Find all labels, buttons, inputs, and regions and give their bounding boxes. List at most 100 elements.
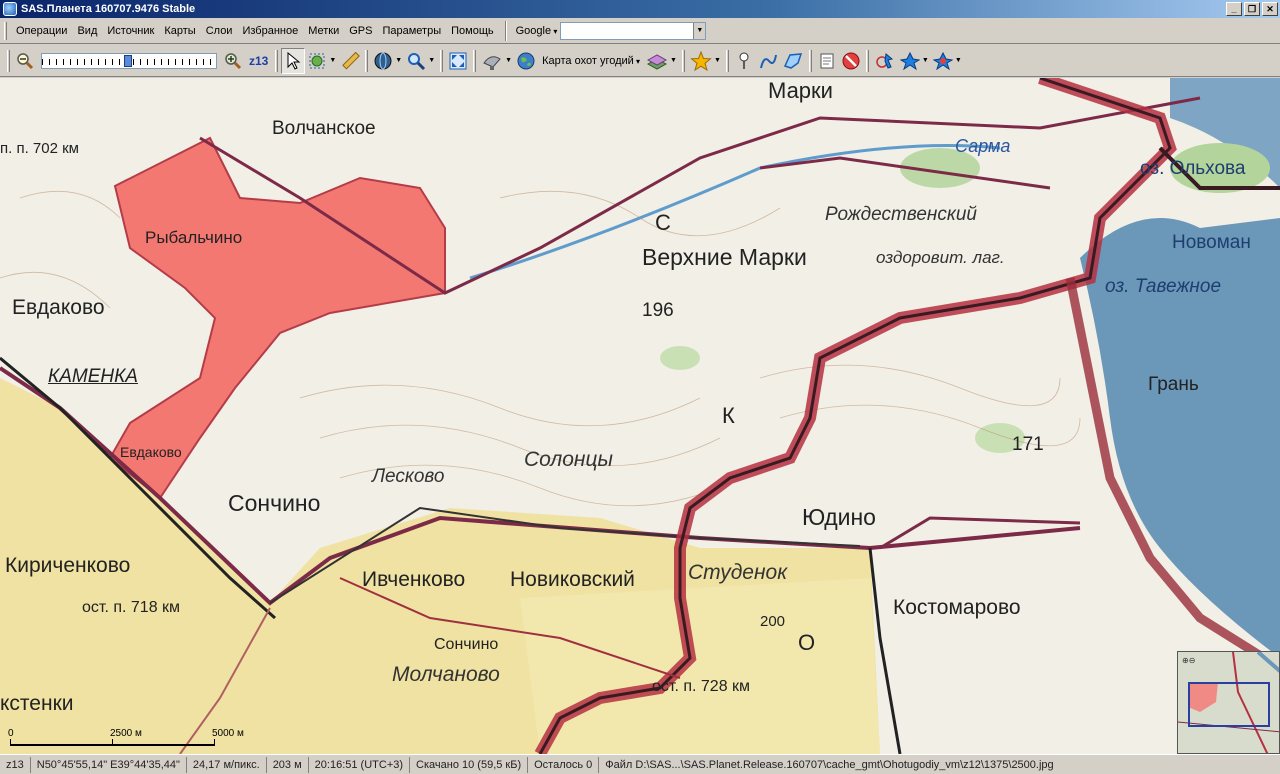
chevron-down-icon[interactable]: ▼ <box>670 57 677 64</box>
star-icon <box>690 50 712 71</box>
add-polygon-button[interactable] <box>780 48 806 74</box>
select-area-button[interactable]: ▼ <box>305 48 338 74</box>
gps-connect-button[interactable]: ▼ <box>898 48 931 74</box>
menu-help[interactable]: Помощь <box>446 23 499 39</box>
map-label-ost718: ост. п. 718 км <box>82 599 181 616</box>
ruler-button[interactable] <box>338 48 362 74</box>
status-file-path: Файл D:\SAS...\SAS.Planet.Release.160707… <box>605 758 1054 771</box>
zoom-slider-thumb[interactable] <box>124 54 132 67</box>
map-label-verkhnie-marki: Верхние Марки <box>642 244 807 270</box>
marks-manager-button[interactable] <box>815 48 839 74</box>
gps-center-button[interactable]: ▼ <box>931 48 964 74</box>
toolbar-separator <box>275 49 279 72</box>
menu-favorites[interactable]: Избранное <box>237 23 303 39</box>
layers-icon <box>647 53 668 70</box>
globe-icon <box>374 52 392 69</box>
search-button[interactable]: ▼ <box>404 48 437 74</box>
add-path-button[interactable] <box>756 48 780 74</box>
map-label-kirichenkovo: Кириченково <box>5 554 131 577</box>
map-label-volchanskoe: Волчанское <box>272 118 376 139</box>
status-distance: 203 м <box>267 756 309 773</box>
gps-track-button[interactable] <box>872 48 898 74</box>
title-bar: SAS.Планета 160707.9476 Stable _ ❐ ✕ <box>0 0 1280 18</box>
fullscreen-icon <box>449 52 467 69</box>
search-input[interactable]: ▼ <box>560 21 707 40</box>
menu-bar: Операции Вид Источник Карты Слои Избранн… <box>0 18 1280 44</box>
scale-label-end: 5000 м <box>212 728 244 739</box>
zoom-out-icon <box>17 52 34 69</box>
map-label-sarma: Сарма <box>955 136 1011 156</box>
scale-label-zero: 0 <box>8 728 14 739</box>
toolbar-grip[interactable] <box>7 49 10 72</box>
chevron-down-icon[interactable]: ▼ <box>922 57 929 64</box>
zoom-in-button[interactable] <box>221 48 245 74</box>
layers-button[interactable]: ▼ <box>644 48 679 74</box>
menu-view[interactable]: Вид <box>72 23 102 39</box>
map-label-sonchino: Сончино <box>228 490 321 516</box>
map-label-evdakovo-small: Евдаково <box>120 444 182 460</box>
map-label-yudino: Юдино <box>802 504 876 530</box>
menu-gps[interactable]: GPS <box>344 23 377 39</box>
globe-button[interactable]: ▼ <box>371 48 404 74</box>
map-label-letter-k: К <box>722 403 735 428</box>
app-globe-icon <box>3 2 17 16</box>
zoom-slider[interactable] <box>41 52 217 69</box>
map-label-studenok: Студенок <box>688 561 788 584</box>
menu-operations[interactable]: Операции <box>11 23 72 39</box>
status-remaining: Осталось 0 <box>528 756 600 773</box>
pin-icon <box>739 52 749 69</box>
gps-satellite-icon <box>899 51 920 70</box>
map-label-molchanovo: Молчаново <box>392 663 500 686</box>
toolbar-separator <box>865 49 869 72</box>
chevron-down-icon[interactable]: ▼ <box>693 22 706 39</box>
search-engine-dropdown[interactable]: Google <box>513 25 561 37</box>
chevron-down-icon[interactable]: ▼ <box>714 57 721 64</box>
hide-marks-button[interactable] <box>839 48 863 74</box>
menu-source[interactable]: Источник <box>102 23 159 39</box>
map-label-novoman: Новоман <box>1172 232 1251 253</box>
close-button[interactable]: ✕ <box>1262 2 1278 16</box>
map-label-rybalchino: Рыбальчино <box>145 228 243 247</box>
map-view[interactable]: Марки Волчанское п. п. 702 км Рыбальчино… <box>0 78 1280 754</box>
chevron-down-icon[interactable]: ▼ <box>329 57 336 64</box>
status-coordinates: N50°45'55,14" E39°44'35,44" <box>31 756 187 773</box>
main-toolbar: z13 ▼ ▼ ▼ ▼ Карта охот угодий ▼ ▼ <box>0 45 1280 77</box>
mini-map-zoom-icon[interactable]: ⊕⊖ <box>1182 656 1195 665</box>
favorites-button[interactable]: ▼ <box>688 48 723 74</box>
satellite-button[interactable]: ▼ <box>479 48 514 74</box>
chevron-down-icon[interactable]: ▼ <box>428 57 435 64</box>
chevron-down-icon[interactable]: ▼ <box>955 57 962 64</box>
pointer-tool-button[interactable] <box>281 47 306 74</box>
add-placemark-button[interactable] <box>732 48 756 74</box>
map-type-dropdown[interactable]: Карта охот угодий <box>538 55 644 67</box>
polygon-icon <box>783 52 802 69</box>
map-label-solontsy: Солонцы <box>524 448 613 471</box>
map-label-gran: Грань <box>1148 374 1199 395</box>
map-label-novikovsky: Новиковский <box>510 568 635 591</box>
menu-settings[interactable]: Параметры <box>377 23 446 39</box>
menu-layers[interactable]: Слои <box>201 23 238 39</box>
map-label-rozhdestvensky: Рождественский <box>825 204 977 225</box>
mini-map-viewport-frame[interactable] <box>1188 682 1270 727</box>
mini-map[interactable]: ⊕⊖ <box>1177 651 1280 754</box>
map-label-ost728: ост. п. 728 км <box>652 678 751 695</box>
menu-maps[interactable]: Карты <box>159 23 200 39</box>
menu-marks[interactable]: Метки <box>303 23 344 39</box>
chevron-down-icon[interactable]: ▼ <box>395 57 402 64</box>
minimize-button[interactable]: _ <box>1226 2 1242 16</box>
status-bar: z13 N50°45'55,14" E39°44'35,44" 24,17 м/… <box>0 754 1280 774</box>
map-label-h171: 171 <box>1012 434 1044 455</box>
restore-button[interactable]: ❐ <box>1244 2 1260 16</box>
chevron-down-icon[interactable]: ▼ <box>505 57 512 64</box>
toolbar-separator <box>365 49 369 72</box>
status-downloaded: Скачано 10 (59,5 кБ) <box>410 756 529 773</box>
map-label-tavezhnoe: оз. Тавежное <box>1105 276 1222 297</box>
zoom-out-button[interactable] <box>13 48 37 74</box>
map-label-ozdorov: оздоровит. лаг. <box>876 248 1005 267</box>
window-title: SAS.Планета 160707.9476 Stable <box>21 3 196 15</box>
field-area <box>520 578 880 754</box>
fullscreen-button[interactable] <box>446 48 470 74</box>
menu-grip[interactable] <box>4 21 7 40</box>
map-label-sonchino-station: Сончино <box>434 636 499 653</box>
map-type-globe-icon-wrapper[interactable] <box>514 48 538 74</box>
